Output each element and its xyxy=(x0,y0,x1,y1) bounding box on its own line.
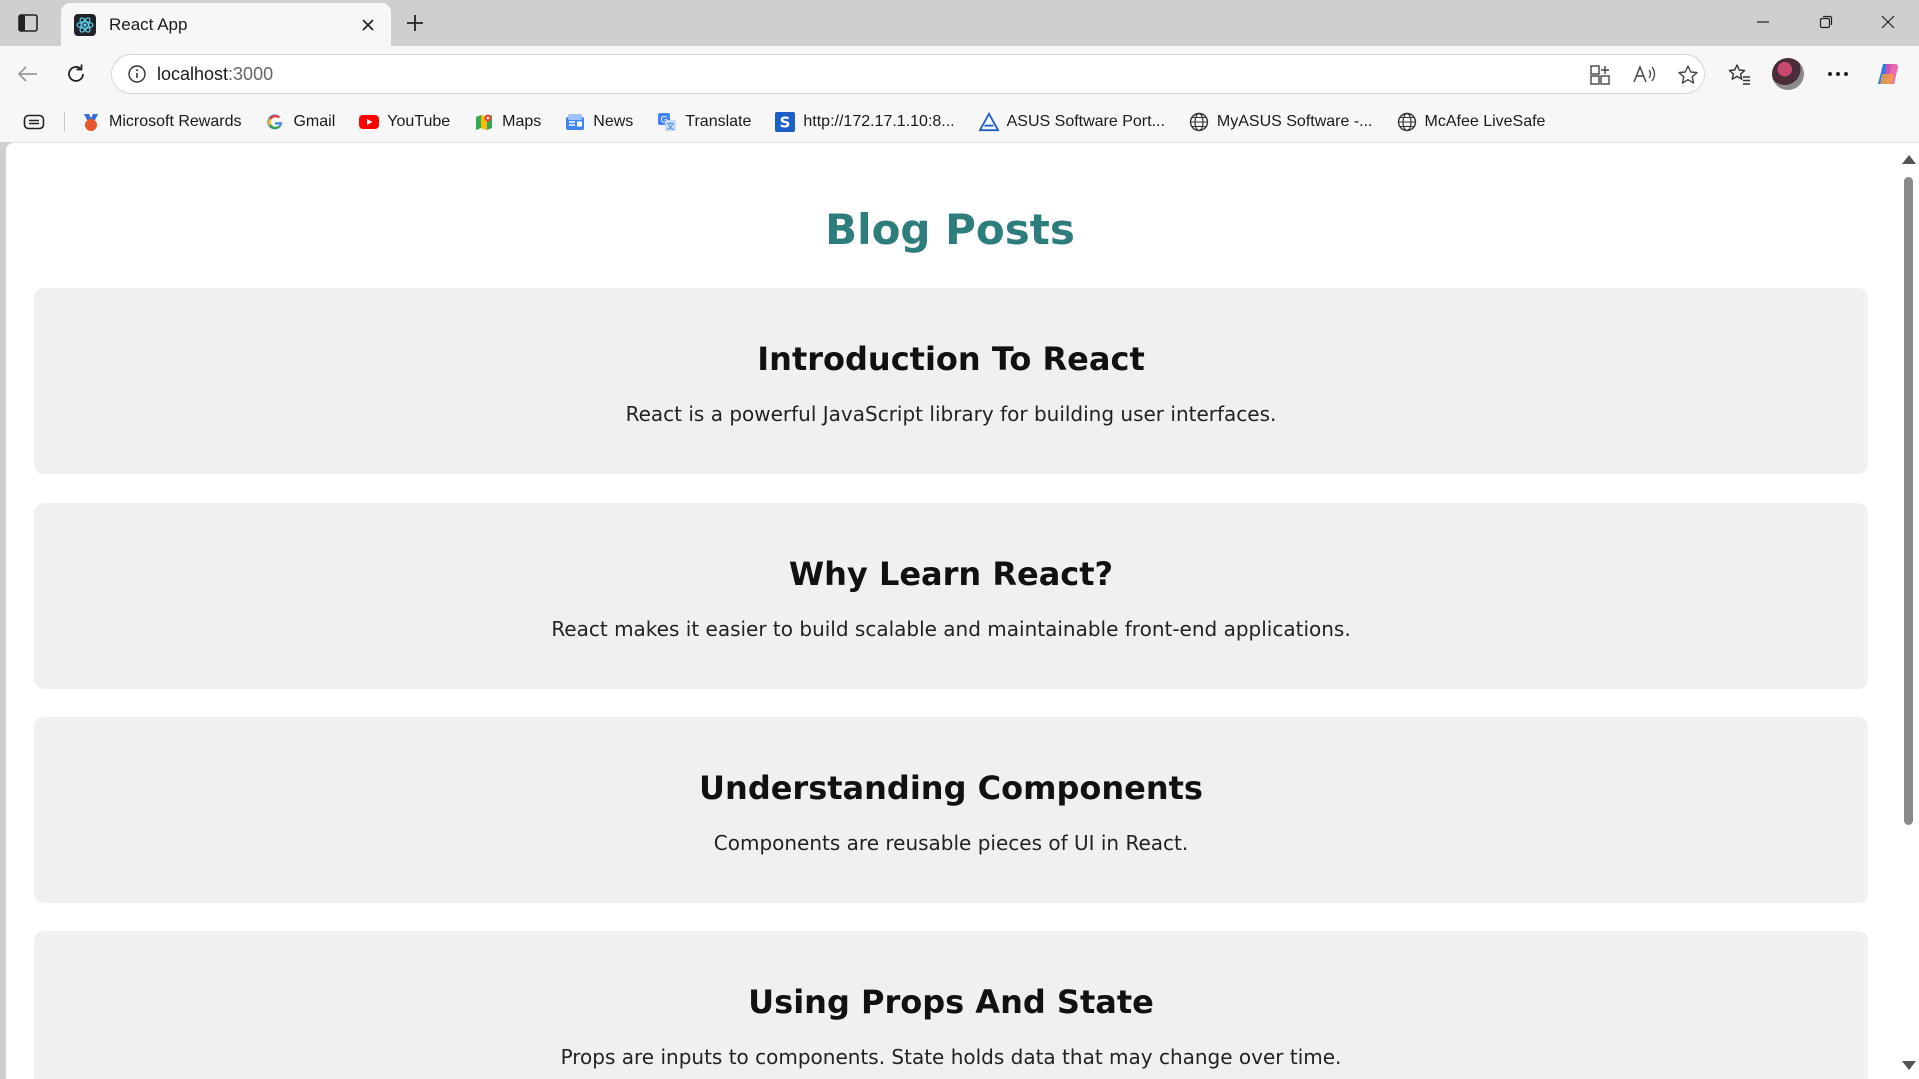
scrollbar-thumb[interactable] xyxy=(1904,177,1913,825)
post-body: React makes it easier to build scalable … xyxy=(551,617,1351,641)
page-viewport: Blog Posts Introduction To React React i… xyxy=(6,142,1919,1079)
restore-button[interactable] xyxy=(1795,0,1857,44)
react-logo-icon xyxy=(73,13,97,37)
post-body: React is a powerful JavaScript library f… xyxy=(625,402,1277,426)
copilot-icon xyxy=(1878,64,1898,84)
scroll-down-arrow-icon[interactable] xyxy=(1902,1061,1916,1070)
bookmark-label: http://172.17.1.10:8... xyxy=(803,113,955,130)
active-tab[interactable]: React App xyxy=(61,3,391,46)
google-icon xyxy=(265,112,285,132)
vertical-scrollbar[interactable] xyxy=(1897,143,1919,1079)
post-body: Props are inputs to components. State ho… xyxy=(560,1045,1342,1069)
sidebar-panel-icon xyxy=(18,14,38,32)
blog-post-card: Introduction To React React is a powerfu… xyxy=(34,288,1868,474)
bookmark-myasus-software[interactable]: MyASUS Software -... xyxy=(1189,107,1373,137)
globe-icon xyxy=(1397,112,1417,132)
rewards-icon xyxy=(81,112,101,132)
s-site-icon: S xyxy=(775,112,796,132)
asus-icon xyxy=(978,112,999,132)
bookmark-asus-software-portal[interactable]: ASUS Software Port... xyxy=(978,107,1165,137)
post-title: Introduction To React xyxy=(757,340,1145,378)
post-body: Components are reusable pieces of UI in … xyxy=(713,831,1189,855)
bookmark-youtube[interactable]: YouTube xyxy=(359,107,450,137)
bookmark-maps[interactable]: Maps xyxy=(474,107,541,137)
address-url[interactable]: localhost:3000 xyxy=(157,64,273,85)
bookmark-gmail[interactable]: Gmail xyxy=(265,107,335,137)
site-info-icon[interactable] xyxy=(117,64,157,84)
bookmarks-bar: Microsoft Rewards Gmail YouTube Maps New… xyxy=(0,102,1919,142)
copilot-button[interactable] xyxy=(1871,56,1907,92)
more-dots-icon xyxy=(1828,72,1848,76)
bookmark-label: Gmail xyxy=(293,113,336,130)
profile-button[interactable] xyxy=(1770,56,1806,92)
bookmark-microsoft-rewards[interactable]: Microsoft Rewards xyxy=(81,107,241,137)
post-title: Using Props And State xyxy=(748,983,1154,1021)
tab-strip: React App xyxy=(0,0,1919,46)
browser-toolbar: localhost:3000 xyxy=(0,46,1919,102)
bookmark-label: News xyxy=(593,113,634,130)
bookmark-news[interactable]: News xyxy=(565,107,633,137)
favorites-button[interactable] xyxy=(1721,56,1757,92)
bookmarks-divider xyxy=(64,112,65,132)
globe-icon xyxy=(1189,112,1209,132)
close-icon xyxy=(1881,15,1895,29)
blog-post-card: Using Props And State Props are inputs t… xyxy=(34,931,1868,1079)
restore-icon xyxy=(1819,15,1833,29)
tab-title: React App xyxy=(109,14,188,34)
tab-actions-button[interactable] xyxy=(12,8,44,38)
news-icon xyxy=(565,112,585,132)
bookmark-label: ASUS Software Port... xyxy=(1006,113,1165,130)
read-aloud-icon[interactable] xyxy=(1628,59,1660,91)
close-tab-icon[interactable] xyxy=(355,12,381,38)
youtube-icon xyxy=(359,112,380,132)
url-host: localhost xyxy=(157,63,229,84)
svg-text:S: S xyxy=(780,114,791,132)
refresh-button[interactable] xyxy=(58,56,94,92)
bookmark-translate[interactable]: G文 Translate xyxy=(657,107,751,137)
bookmark-local-server[interactable]: S http://172.17.1.10:8... xyxy=(775,107,955,137)
minimize-button[interactable] xyxy=(1732,0,1794,44)
back-button[interactable] xyxy=(10,56,46,92)
back-arrow-icon xyxy=(17,66,37,82)
favorites-list-icon xyxy=(1728,64,1750,85)
scroll-up-arrow-icon[interactable] xyxy=(1902,155,1916,164)
translate-icon: G文 xyxy=(657,112,677,132)
blog-post-card: Why Learn React? React makes it easier t… xyxy=(34,503,1868,689)
url-port: :3000 xyxy=(228,63,274,84)
bookmark-label: YouTube xyxy=(387,113,451,130)
bookmark-mcafee-livesafe[interactable]: McAfee LiveSafe xyxy=(1397,107,1546,137)
page-title: Blog Posts xyxy=(825,205,1075,254)
close-window-button[interactable] xyxy=(1857,0,1919,44)
bookmark-label: Maps xyxy=(502,113,542,130)
svg-text:文: 文 xyxy=(667,121,675,131)
maps-icon xyxy=(474,112,494,132)
bookmark-label: Translate xyxy=(685,113,752,130)
avatar xyxy=(1772,58,1804,90)
bookmark-label: MyASUS Software -... xyxy=(1216,113,1373,130)
refresh-icon xyxy=(68,64,84,82)
new-tab-button[interactable] xyxy=(399,7,431,39)
favorite-star-icon[interactable] xyxy=(1672,59,1704,91)
minimize-icon xyxy=(1757,21,1769,23)
post-title: Understanding Components xyxy=(699,769,1203,807)
post-title: Why Learn React? xyxy=(788,555,1114,593)
settings-menu-button[interactable] xyxy=(1820,56,1856,92)
collections-icon[interactable] xyxy=(20,108,48,136)
bookmark-label: McAfee LiveSafe xyxy=(1424,113,1546,130)
bookmark-label: Microsoft Rewards xyxy=(109,113,242,130)
blog-post-card: Understanding Components Components are … xyxy=(34,717,1868,903)
address-bar[interactable]: localhost:3000 xyxy=(111,54,1705,94)
app-available-icon[interactable] xyxy=(1584,59,1616,91)
plus-icon xyxy=(407,15,423,31)
